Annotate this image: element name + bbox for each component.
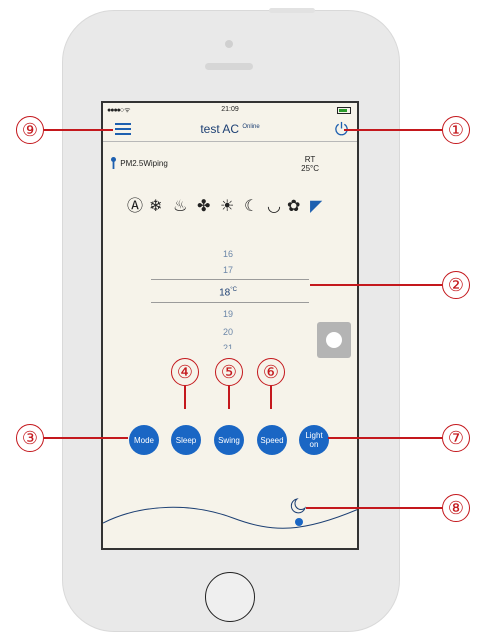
picker-divider xyxy=(151,302,309,303)
callout-1: ① xyxy=(442,116,470,144)
thermometer-icon xyxy=(111,157,116,169)
callout-7: ⑦ xyxy=(442,424,470,452)
temp-selected[interactable]: 18°C xyxy=(143,287,313,298)
temp-option[interactable]: 16 xyxy=(143,249,313,259)
online-status: Online xyxy=(242,124,260,130)
callout-8-leader xyxy=(306,507,442,509)
temp-selected-value: 18 xyxy=(219,287,231,299)
device-title: test AC Online xyxy=(103,122,357,136)
rt-label: RT xyxy=(304,155,316,164)
sleep-curve[interactable] xyxy=(103,483,359,550)
callout-1-leader xyxy=(344,129,442,131)
smile-curve-icon[interactable]: ◡ xyxy=(267,196,281,218)
auto-mode-icon[interactable]: Ⓐ xyxy=(127,196,143,218)
light-label-line2: on xyxy=(309,440,319,449)
temp-option[interactable]: 21 xyxy=(143,343,313,349)
callout-5: ⑤ xyxy=(215,358,243,386)
temp-option[interactable]: 17 xyxy=(143,265,313,275)
sun-icon[interactable]: ☀ xyxy=(220,196,234,218)
pm25-indicator: PM2.5Wiping xyxy=(111,157,168,169)
battery-icon xyxy=(337,107,351,114)
pm25-label: PM2.5Wiping xyxy=(120,159,168,168)
snowflake-icon[interactable]: ❄ xyxy=(149,196,162,218)
quiet-icon[interactable]: ◤ xyxy=(310,196,322,218)
swing-button[interactable]: Swing xyxy=(214,425,244,455)
moon-sleep-icon[interactable]: ☾ xyxy=(244,196,258,218)
mode-icon-row: Ⓐ ❄ ♨ ✤ ☀ ☾ ◡ ✿ ◤ xyxy=(127,196,347,218)
temp-option[interactable]: 20 xyxy=(143,327,313,337)
mode-button[interactable]: Mode xyxy=(129,425,159,455)
room-temperature: RT 25°C xyxy=(301,155,319,173)
front-camera xyxy=(225,40,233,48)
callout-4-leader xyxy=(184,386,186,409)
callout-4: ④ xyxy=(171,358,199,386)
callout-2: ② xyxy=(442,271,470,299)
callout-6-leader xyxy=(270,386,272,409)
toggle-switch[interactable] xyxy=(317,322,351,358)
picker-divider xyxy=(151,279,309,280)
callout-2-leader xyxy=(310,284,442,286)
earpiece-speaker xyxy=(205,63,253,70)
temp-option[interactable]: 19 xyxy=(143,309,313,319)
curve-handle[interactable] xyxy=(295,518,303,526)
rt-value: 25°C xyxy=(301,164,319,173)
app-header: test AC Online xyxy=(103,117,357,142)
callout-7-leader xyxy=(328,437,442,439)
status-time: 21:09 xyxy=(221,106,239,113)
eco-icon[interactable]: ✿ xyxy=(287,196,300,218)
fan-icon[interactable]: ✤ xyxy=(197,196,210,218)
temperature-picker[interactable]: 16 17 18°C 19 20 21 xyxy=(143,243,313,363)
callout-6: ⑥ xyxy=(257,358,285,386)
device-name: test AC xyxy=(200,122,239,136)
speed-button[interactable]: Speed xyxy=(257,425,287,455)
status-bar: ●●●●○ ᯤ 21:09 xyxy=(103,103,357,117)
water-drop-icon[interactable]: ♨ xyxy=(173,196,187,218)
callout-9-leader xyxy=(44,129,113,131)
light-button[interactable]: Light on xyxy=(299,425,329,455)
light-label-line1: Light xyxy=(305,431,323,440)
home-button[interactable] xyxy=(205,572,255,622)
callout-8: ⑧ xyxy=(442,494,470,522)
sleep-button[interactable]: Sleep xyxy=(171,425,201,455)
callout-3-leader xyxy=(44,437,128,439)
app-screen: ●●●●○ ᯤ 21:09 test AC Online PM2.5Wiping… xyxy=(101,101,359,550)
moon-icon xyxy=(290,498,307,514)
callout-3: ③ xyxy=(16,424,44,452)
callout-9: ⑨ xyxy=(16,116,44,144)
callout-5-leader xyxy=(228,386,230,409)
phone-side-button xyxy=(269,8,315,13)
temp-unit: °C xyxy=(230,287,237,293)
